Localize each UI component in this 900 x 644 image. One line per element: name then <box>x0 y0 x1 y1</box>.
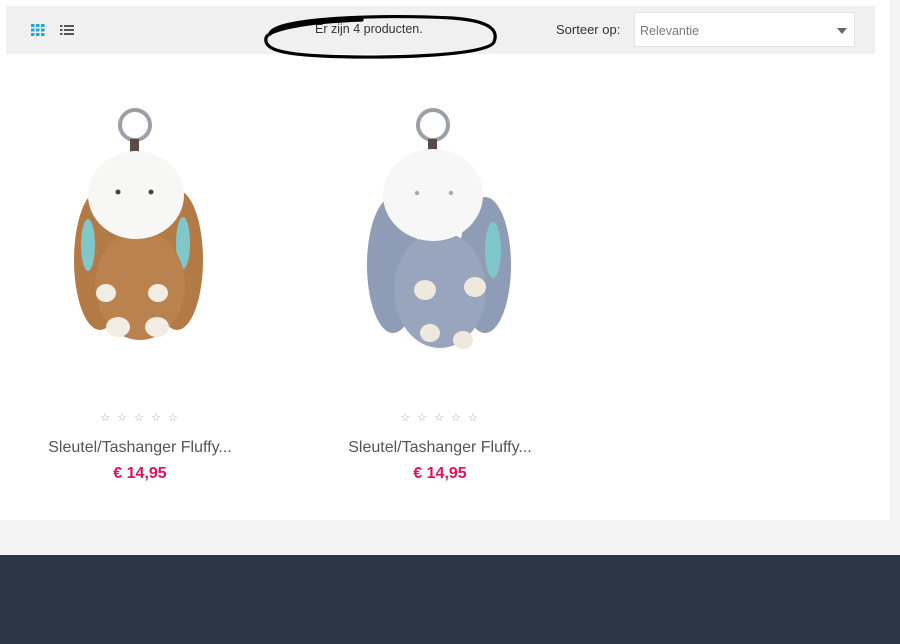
hand-drawn-ellipse-annotation <box>264 14 497 59</box>
product-image[interactable] <box>305 95 575 370</box>
grid-view-icon[interactable] <box>31 23 45 37</box>
sort-label: Sorteer op: <box>556 22 621 37</box>
product-image[interactable] <box>5 95 275 370</box>
product-name[interactable]: Sleutel/Tashanger Fluffy... <box>305 439 575 457</box>
product-listing: Er zijn 4 producten. Sorteer op: Relevan… <box>0 0 890 520</box>
product-price: € 14,95 <box>113 465 167 482</box>
listing-toolbar: Er zijn 4 producten. Sorteer op: Relevan… <box>6 6 875 59</box>
page-footer <box>0 555 900 644</box>
rating-stars: ☆ ☆ ☆ ☆ ☆ <box>400 412 480 424</box>
product-card[interactable]: ☆ ☆ ☆ ☆ ☆ Sleutel/Tashanger Fluffy... € … <box>5 95 275 495</box>
product-price: € 14,95 <box>413 465 467 482</box>
chevron-down-icon <box>837 28 847 34</box>
rating-stars: ☆ ☆ ☆ ☆ ☆ <box>100 412 180 424</box>
sort-selected-value: Relevantie <box>640 24 700 38</box>
list-view-icon[interactable] <box>60 23 74 37</box>
product-card[interactable]: ☆ ☆ ☆ ☆ ☆ Sleutel/Tashanger Fluffy... € … <box>305 95 575 495</box>
sort-select[interactable]: Relevantie <box>634 12 855 47</box>
product-name[interactable]: Sleutel/Tashanger Fluffy... <box>5 439 275 457</box>
product-count: Er zijn 4 producten. <box>315 22 423 36</box>
